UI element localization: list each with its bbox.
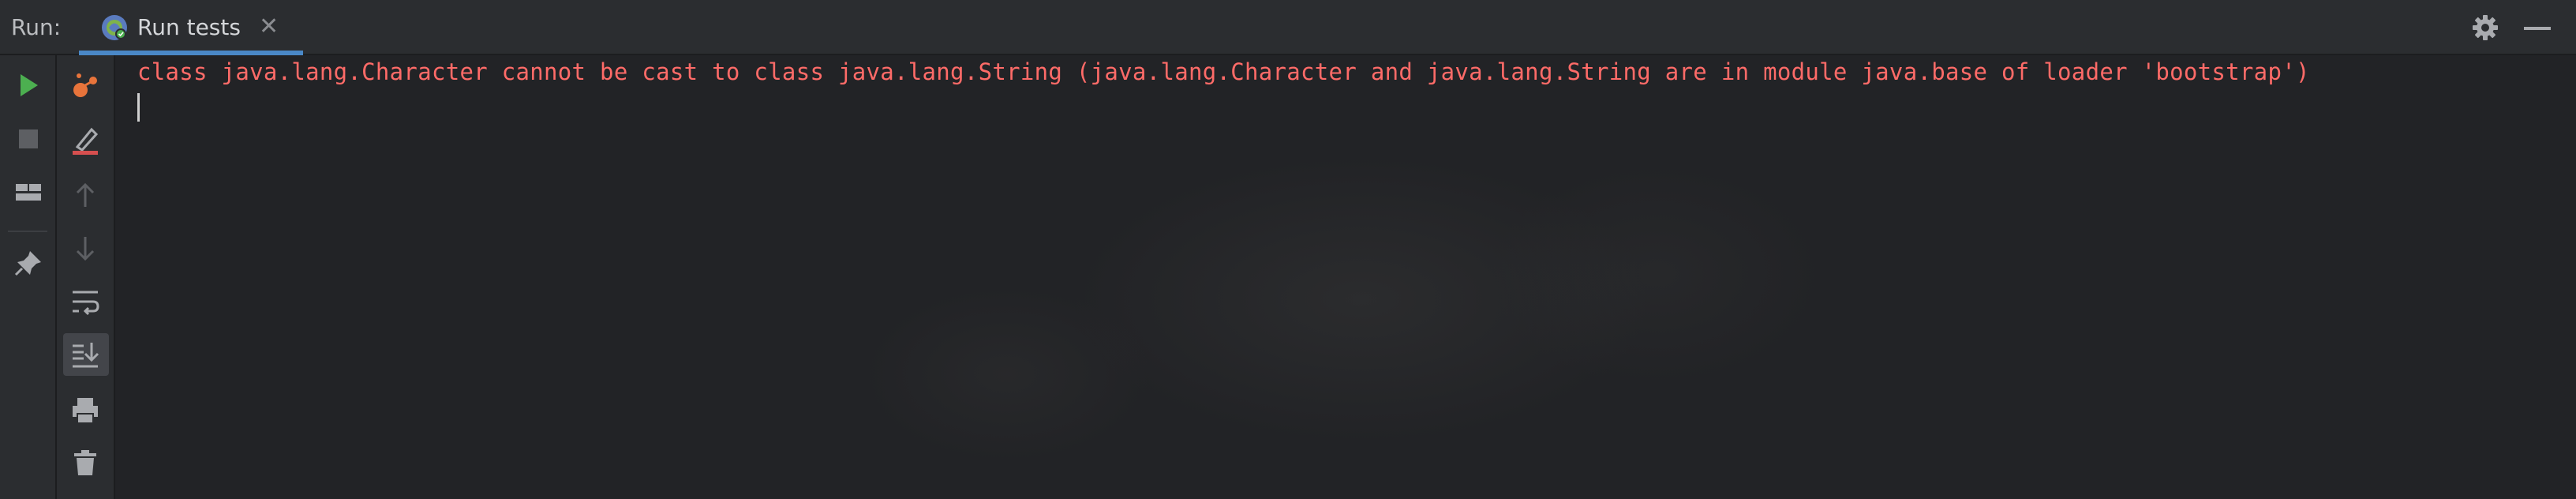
pin-icon[interactable] xyxy=(13,248,44,280)
up-arrow-icon[interactable] xyxy=(69,180,101,212)
scroll-to-end-icon[interactable] xyxy=(69,340,101,371)
toolbar-divider xyxy=(8,231,47,232)
minimize-icon[interactable] xyxy=(2524,27,2551,30)
clear-output-icon[interactable] xyxy=(69,125,101,156)
console-toolbar xyxy=(57,55,115,499)
console-output[interactable]: class java.lang.Character cannot be cast… xyxy=(115,55,2549,499)
clojure-test-icon xyxy=(102,15,127,40)
down-arrow-icon[interactable] xyxy=(69,232,101,264)
run-label: Run: xyxy=(11,14,62,40)
run-toolbar xyxy=(0,55,57,499)
text-caret xyxy=(137,93,140,122)
rerun-icon[interactable] xyxy=(13,69,44,101)
layout-icon[interactable] xyxy=(13,177,44,208)
run-tool-window: Run: Run tests ✕ class java.lang.Charact… xyxy=(0,0,2576,499)
trash-icon[interactable] xyxy=(69,447,101,478)
soft-wrap-icon[interactable] xyxy=(69,286,101,317)
console-error-line: class java.lang.Character cannot be cast… xyxy=(137,58,2310,85)
tool-window-header: Run: Run tests ✕ xyxy=(0,0,2576,55)
gear-icon[interactable] xyxy=(2470,13,2500,43)
print-icon[interactable] xyxy=(69,395,101,426)
close-icon[interactable]: ✕ xyxy=(259,14,279,39)
stop-icon[interactable] xyxy=(13,123,44,155)
tab-label: Run tests xyxy=(137,14,241,40)
debug-icon[interactable] xyxy=(69,69,101,101)
